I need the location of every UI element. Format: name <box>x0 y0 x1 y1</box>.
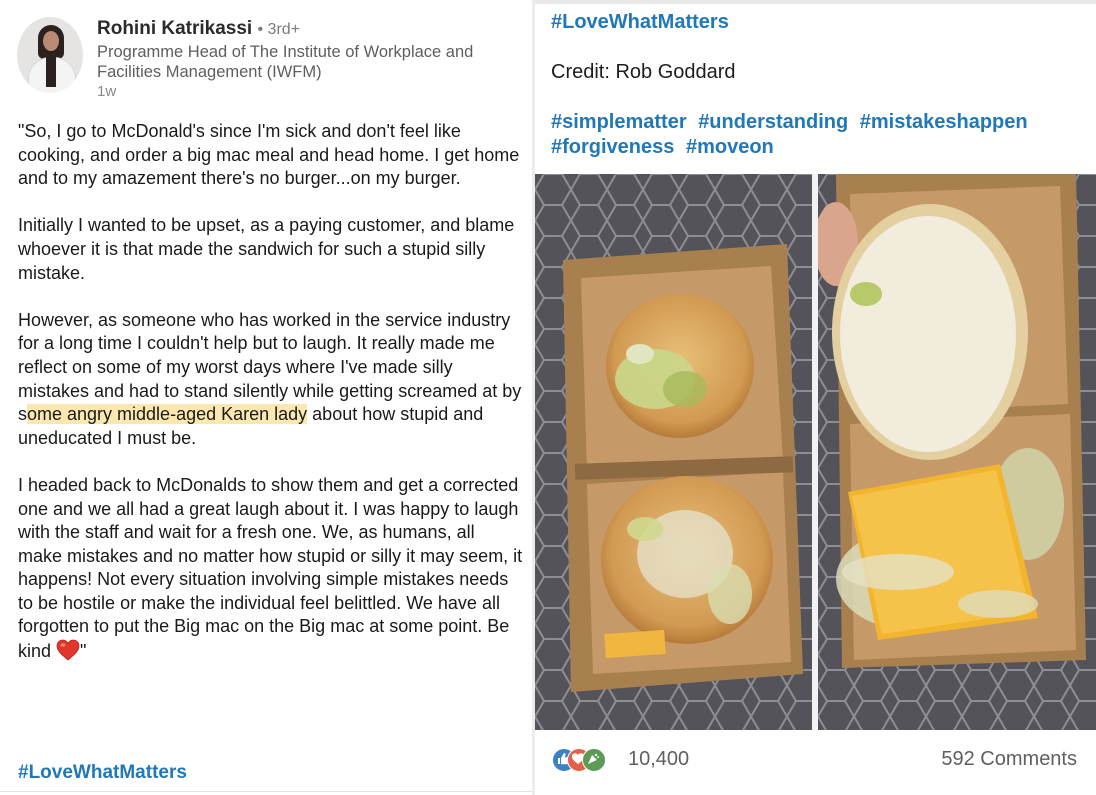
author-headline: Programme Head of The Institute of Workp… <box>97 43 474 81</box>
reaction-count[interactable]: 10,400 <box>628 748 689 771</box>
highlighted-text: ome angry middle-aged Karen lady <box>27 404 308 425</box>
post-media-panel: #LoveWhatMatters Credit: Rob Goddard #si… <box>535 0 1096 795</box>
post-timestamp: 1w <box>97 83 117 100</box>
hashtag-lovewhatmatters[interactable]: #LoveWhatMatters <box>18 762 187 784</box>
author-name[interactable]: Rohini Katrikassi <box>97 18 252 39</box>
post-text-panel: Rohini Katrikassi • 3rd+ Programme Head … <box>0 0 532 795</box>
hashtag-lovewhatmatters-right[interactable]: #LoveWhatMatters <box>551 11 729 34</box>
connection-degree: • 3rd+ <box>257 21 301 38</box>
photo-credit: Credit: Rob Goddard <box>551 61 736 83</box>
hashtag-forgiveness[interactable]: #forgiveness <box>551 136 674 158</box>
paragraph-4-text: I headed back to McDonalds to show them … <box>18 474 523 662</box>
closing-quote: " <box>80 641 87 662</box>
comments-count[interactable]: 592 Comments <box>941 748 1077 771</box>
avatar-face <box>43 31 59 51</box>
photo-burger-box-closed[interactable] <box>535 174 812 730</box>
hashtag-mistakeshappen[interactable]: #mistakeshappen <box>860 111 1028 133</box>
post-paragraph-4: I headed back to McDonalds to show them … <box>18 474 523 664</box>
post-paragraph-3: However, as someone who has worked in th… <box>18 309 523 451</box>
hashtag-list: #simplematter #understanding #mistakesha… <box>551 110 1081 160</box>
red-heart-icon <box>56 639 80 661</box>
bottom-divider <box>0 791 532 792</box>
hashtag-moveon[interactable]: #moveon <box>686 136 774 158</box>
post-body: "So, I go to McDonald's since I'm sick a… <box>18 120 523 687</box>
hashtag-simplematter[interactable]: #simplematter <box>551 111 687 133</box>
avatar-shirt <box>46 57 56 87</box>
post-paragraph-2: Initially I wanted to be upset, as a pay… <box>18 215 515 283</box>
hashtag-understanding[interactable]: #understanding <box>698 111 848 133</box>
top-divider <box>535 0 1096 4</box>
author-avatar[interactable] <box>17 17 83 93</box>
photo-burger-open[interactable] <box>818 174 1096 730</box>
celebrate-icon <box>582 748 606 772</box>
post-paragraph-1: "So, I go to McDonald's since I'm sick a… <box>18 121 520 189</box>
author-name-row: Rohini Katrikassi • 3rd+ <box>97 17 300 42</box>
